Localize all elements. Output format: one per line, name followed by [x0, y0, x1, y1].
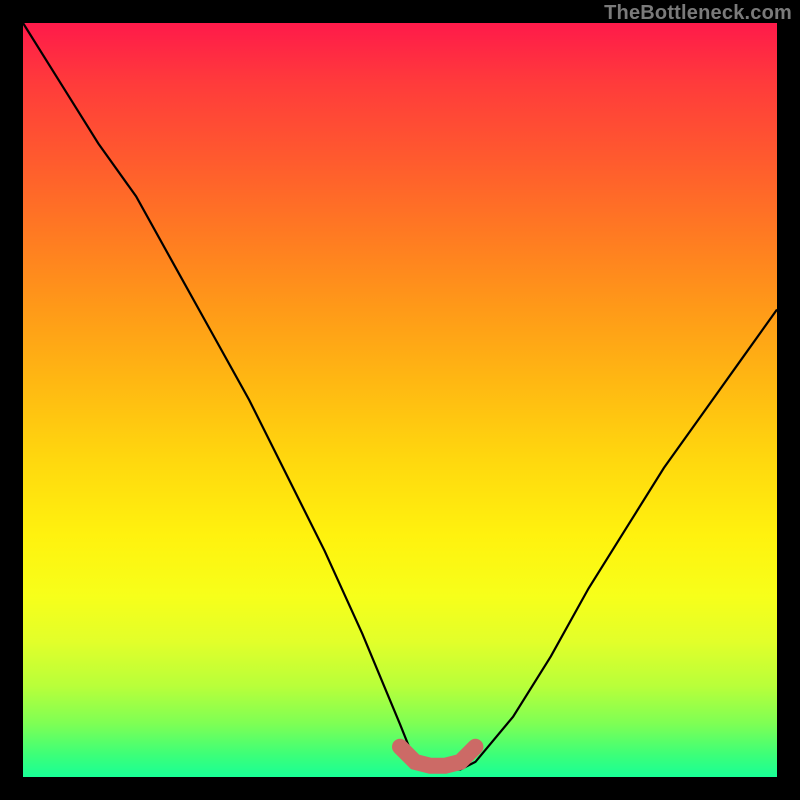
- chart-frame: TheBottleneck.com: [0, 0, 800, 800]
- plot-area: [23, 23, 777, 777]
- optimal-band: [400, 747, 475, 766]
- watermark-text: TheBottleneck.com: [604, 2, 792, 25]
- bottleneck-curve: [23, 23, 777, 770]
- chart-svg: [23, 23, 777, 777]
